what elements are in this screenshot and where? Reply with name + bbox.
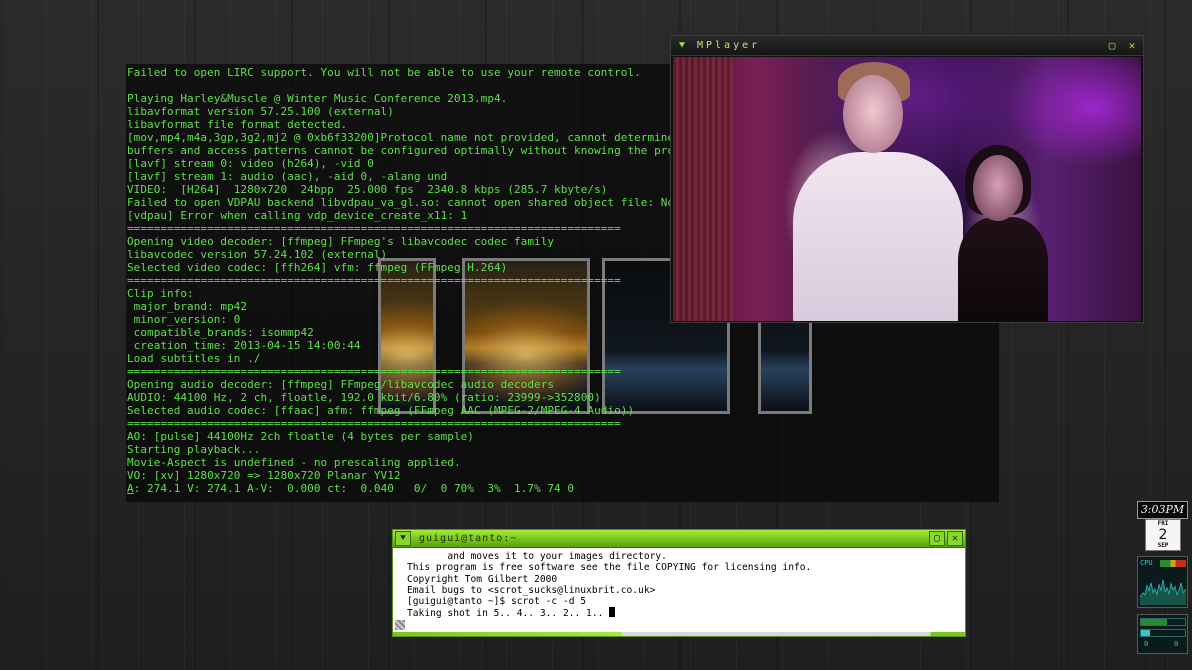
terminal-line: libavformat version 57.25.100 (external) <box>127 105 394 118</box>
terminal-line: Selected audio codec: [ffaac] afm: ffmpe… <box>127 404 635 417</box>
swap-bar <box>1140 629 1186 637</box>
terminal-line: VO: [xv] 1280x720 => 1280x720 Planar YV1… <box>127 469 401 482</box>
xterm-line: This program is free software see the fi… <box>407 562 812 574</box>
close-icon[interactable]: ✕ <box>1125 39 1139 53</box>
window-title: guigui@tanto:~ <box>419 533 518 544</box>
terminal-line: [vdpau] Error when calling vdp_device_cr… <box>127 209 468 222</box>
cpu-monitor: CPU <box>1137 556 1188 608</box>
terminal-line: [lavf] stream 1: audio (aac), -aid 0, -a… <box>127 170 448 183</box>
terminal-line: Starting playback... <box>127 443 261 456</box>
terminal-line: Selected video codec: [ffh264] vfm: ffmp… <box>127 261 508 274</box>
window-title: MPlayer <box>697 40 761 51</box>
cpu-label: CPU <box>1140 559 1153 567</box>
status-values: : 274.1 V: 274.1 A-V: 0.000 ct: 0.040 0/… <box>133 482 575 495</box>
xterm-line: and moves it to your images directory. <box>407 551 667 562</box>
calendar-month: SEP <box>1157 542 1169 549</box>
memory-value: 0 <box>1144 640 1149 648</box>
xterm-line: Taking shot in 5.. 4.. 3.. 2.. 1.. <box>407 607 961 619</box>
calendar-day: 2 <box>1158 527 1168 543</box>
terminal-line: ========================================… <box>127 274 621 287</box>
terminal-line: major_brand: mp42 <box>127 300 248 313</box>
person-head <box>973 155 1023 221</box>
calendar: FRI 2 SEP <box>1145 519 1181 551</box>
clock: 3:03PM <box>1137 501 1188 519</box>
person-body <box>793 152 963 321</box>
text-cursor <box>609 607 616 618</box>
terminal-line: Clip info: <box>127 287 194 300</box>
video-frame[interactable] <box>673 57 1141 321</box>
maximize-icon[interactable]: ▢ <box>1105 39 1119 53</box>
status-line: A: 274.1 V: 274.1 A-V: 0.000 ct: 0.040 0… <box>127 482 672 495</box>
terminal-line: creation_time: 2013-04-15 14:00:44 <box>127 339 361 352</box>
terminal-line: Load subtitles in ./ <box>127 352 261 365</box>
mplayer-titlebar[interactable]: ⯆ MPlayer ▢ ✕ <box>671 36 1143 56</box>
close-icon[interactable]: ✕ <box>947 531 963 546</box>
maximize-icon[interactable]: ▢ <box>929 531 945 546</box>
xterm-window[interactable]: ⯆ guigui@tanto:~ ▢ ✕ and moves it to you… <box>392 529 966 637</box>
terminal-line: ========================================… <box>127 417 621 430</box>
terminal-line: libavformat file format detected. <box>127 118 348 131</box>
terminal-output[interactable]: Failed to open LIRC support. You will no… <box>127 66 672 502</box>
terminal-line: ========================================… <box>127 365 621 378</box>
xterm-line: Email bugs to <scrot_sucks@linuxbrit.co.… <box>407 584 656 596</box>
mplayer-window[interactable]: ⯆ MPlayer ▢ ✕ <box>670 35 1144 323</box>
chevron-down-icon[interactable]: ⯆ <box>675 39 689 53</box>
memory-monitor: 0 0 <box>1137 614 1188 654</box>
xterm-titlebar[interactable]: ⯆ guigui@tanto:~ ▢ ✕ <box>393 530 965 548</box>
terminal-line: Movie-Aspect is undefined - no prescalin… <box>127 456 461 469</box>
terminal-line: Playing Harley&Muscle @ Winter Music Con… <box>127 92 508 105</box>
terminal-line: Opening audio decoder: [ffmpeg] FFmpeg/l… <box>127 378 555 391</box>
terminal-line: AO: [pulse] 44100Hz 2ch floatle (4 bytes… <box>127 430 474 443</box>
xterm-line: Copyright Tom Gilbert 2000 <box>407 573 558 585</box>
terminal-line: libavcodec version 57.24.102 (external) <box>127 248 388 261</box>
person-head <box>843 75 903 153</box>
xterm-output[interactable]: and moves it to your images directory. Th… <box>407 551 961 631</box>
terminal-line: minor_version: 0 <box>127 313 241 326</box>
cpu-bar <box>1160 560 1186 567</box>
xterm-line: [guigui@tanto ~]$ scrot -c -d 5 <box>407 596 587 608</box>
terminal-line: buffers and access patterns cannot be co… <box>127 144 672 157</box>
cpu-graph <box>1140 579 1186 605</box>
scrollbar-grip[interactable] <box>395 620 405 630</box>
swap-value: 0 <box>1174 640 1179 648</box>
terminal-line: Failed to open LIRC support. You will no… <box>127 66 641 79</box>
chevron-down-icon[interactable]: ⯆ <box>395 531 411 546</box>
terminal-line: Failed to open VDPAU backend libvdpau_va… <box>127 196 672 209</box>
terminal-line: [mov,mp4,m4a,3gp,3g2,mj2 @ 0xb6f33200]Pr… <box>127 131 672 144</box>
memory-bar <box>1140 618 1186 626</box>
video-curtain <box>673 57 733 321</box>
terminal-line: Opening video decoder: [ffmpeg] FFmpeg's… <box>127 235 555 248</box>
terminal-line: AUDIO: 44100 Hz, 2 ch, floatle, 192.0 kb… <box>127 391 601 404</box>
terminal-line: ========================================… <box>127 222 621 235</box>
terminal-line: [lavf] stream 0: video (h264), -vid 0 <box>127 157 374 170</box>
terminal-line: compatible_brands: isommp42 <box>127 326 314 339</box>
terminal-line: VIDEO: [H264] 1280x720 24bpp 25.000 fps … <box>127 183 608 196</box>
person-body <box>958 217 1048 321</box>
status-prefix: A <box>127 482 134 495</box>
window-border <box>393 632 965 636</box>
